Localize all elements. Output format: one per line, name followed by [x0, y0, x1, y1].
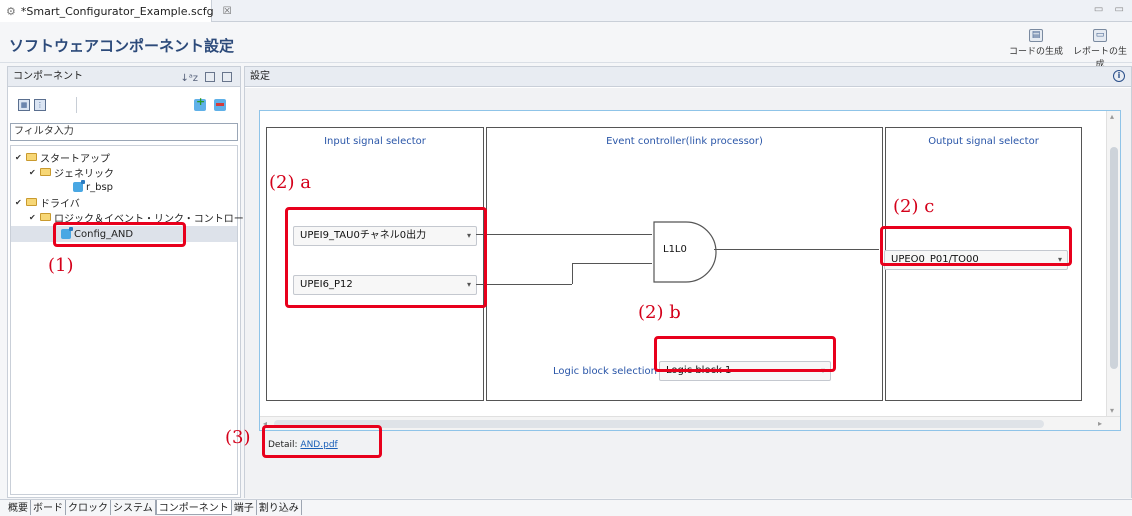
annotation-box-1: [53, 222, 186, 247]
collapse-all-icon[interactable]: [205, 72, 215, 82]
scroll-up-icon[interactable]: ▴: [1110, 112, 1114, 121]
tree-label: r_bsp: [86, 181, 114, 193]
chevron-down-icon[interactable]: ✔: [29, 168, 37, 177]
tab-overview[interactable]: 概要: [6, 500, 31, 515]
bottom-tab-bar: 概要 ボード クロック システム コンポーネント 端子 割り込み: [0, 499, 1132, 516]
annotation-box-2c: [880, 226, 1072, 266]
vertical-scroll-thumb[interactable]: [1110, 147, 1118, 369]
toolbar-divider: [76, 97, 77, 113]
input2-wire: [476, 284, 572, 285]
annotation-label-3: (3): [225, 427, 251, 448]
scroll-right-icon[interactable]: ▸: [1098, 419, 1102, 428]
annotation-box-3: [262, 425, 382, 458]
window-controls[interactable]: ▭ ▭: [1094, 4, 1128, 15]
components-pane-header: コンポーネント ↓ᵃz: [8, 67, 240, 87]
folder-icon: [26, 198, 37, 206]
folder-icon: [40, 168, 51, 176]
annotation-label-2a: (2) a: [269, 172, 311, 193]
tab-board[interactable]: ボード: [31, 500, 66, 515]
components-pane-title: コンポーネント: [13, 71, 83, 82]
tab-interrupts[interactable]: 割り込み: [257, 500, 302, 515]
page-title: ソフトウェアコンポーネント設定: [9, 37, 235, 55]
smart-configurator-window: ⚙ *Smart_Configurator_Example.scfg ☒ ▭ ▭…: [0, 0, 1132, 516]
chevron-down-icon[interactable]: ✔: [15, 198, 23, 207]
tree-label: ドライバ: [40, 198, 80, 210]
generate-code-icon: ▤: [1029, 29, 1043, 42]
component-tree: ✔ スタートアップ ✔ ジェネリック r_bsp ✔ ドライバ ✔ ロジック＆イ…: [10, 145, 254, 495]
components-pane: コンポーネント ↓ᵃz ▦ ⋮ フィルタ入力 ✔ スター: [7, 66, 254, 498]
input-selector-title: Input signal selector: [324, 136, 426, 147]
event-controller-title: Event controller(link processor): [606, 136, 763, 147]
tree-node-drivers[interactable]: ✔ ドライバ: [15, 194, 80, 210]
expand-all-icon[interactable]: [222, 72, 232, 82]
tree-node-r-bsp[interactable]: r_bsp: [73, 179, 113, 195]
gate-label: L1L0: [663, 244, 687, 255]
generate-report-button[interactable]: ▭ レポートの生成: [1070, 29, 1130, 70]
tree-label: ジェネリック: [54, 168, 114, 180]
filter-input[interactable]: フィルタ入力: [10, 123, 238, 141]
folder-icon: [26, 153, 37, 161]
generate-code-label: コードの生成: [1008, 47, 1063, 57]
print-icon: ▭: [1093, 29, 1107, 42]
output-wire: [714, 249, 879, 250]
category-view-icon[interactable]: ▦: [18, 99, 30, 111]
editor-tab-bar: ⚙ *Smart_Configurator_Example.scfg ☒ ▭ ▭: [0, 0, 1132, 22]
annotation-label-1: (1): [48, 255, 74, 276]
annotation-label-2c: (2) c: [893, 196, 935, 217]
add-component-icon[interactable]: [194, 95, 206, 111]
horizontal-scrollbar[interactable]: ◂ ▸: [260, 416, 1120, 430]
sort-az-icon[interactable]: ↓ᵃz: [180, 69, 198, 89]
components-toolbar: ▦ ⋮: [8, 89, 240, 121]
horizontal-scroll-thumb[interactable]: [274, 420, 1044, 428]
tree-label: スタートアップ: [40, 153, 110, 165]
component-icon: [73, 180, 85, 192]
annotation-box-2a: [285, 207, 487, 308]
hierarchy-view-icon[interactable]: ⋮: [34, 99, 46, 111]
tree-node-startup[interactable]: ✔ スタートアップ: [15, 149, 110, 165]
tab-system[interactable]: システム: [111, 500, 156, 515]
input1-wire: [476, 234, 652, 235]
page-header: ソフトウェアコンポーネント設定 ▤ コードの生成 ▭ レポートの生成: [0, 23, 1132, 70]
remove-component-icon[interactable]: [214, 99, 226, 111]
config-file-icon: ⚙: [6, 4, 16, 18]
input2-wire-to-gate: [572, 263, 652, 264]
editor-tab[interactable]: ⚙ *Smart_Configurator_Example.scfg ☒: [0, 0, 232, 22]
close-tab-icon[interactable]: ☒: [223, 6, 232, 17]
settings-pane-title: 設定: [250, 71, 270, 82]
scroll-down-icon[interactable]: ▾: [1110, 406, 1114, 415]
output-selector-title: Output signal selector: [928, 136, 1039, 147]
info-icon[interactable]: i: [1113, 70, 1125, 82]
editor-tab-title: *Smart_Configurator_Example.scfg: [20, 4, 214, 18]
vertical-scrollbar[interactable]: ▴ ▾: [1106, 111, 1120, 416]
tab-clock[interactable]: クロック: [66, 500, 111, 515]
components-pane-toolbar: ↓ᵃz: [180, 69, 232, 89]
logic-block-label: Logic block selection: [553, 366, 657, 377]
generate-code-button[interactable]: ▤ コードの生成: [1006, 29, 1066, 57]
tab-components[interactable]: コンポーネント: [155, 500, 232, 515]
chevron-down-icon[interactable]: ✔: [15, 153, 23, 162]
folder-icon: [40, 213, 51, 221]
input2-wire-vertical: [572, 263, 573, 284]
tree-node-generic[interactable]: ✔ ジェネリック: [29, 164, 114, 180]
annotation-box-2b: [654, 336, 836, 372]
tab-pins[interactable]: 端子: [232, 500, 257, 515]
chevron-down-icon[interactable]: ✔: [29, 213, 37, 222]
settings-pane-header: 設定 i: [245, 67, 1131, 87]
annotation-label-2b: (2) b: [638, 302, 681, 323]
